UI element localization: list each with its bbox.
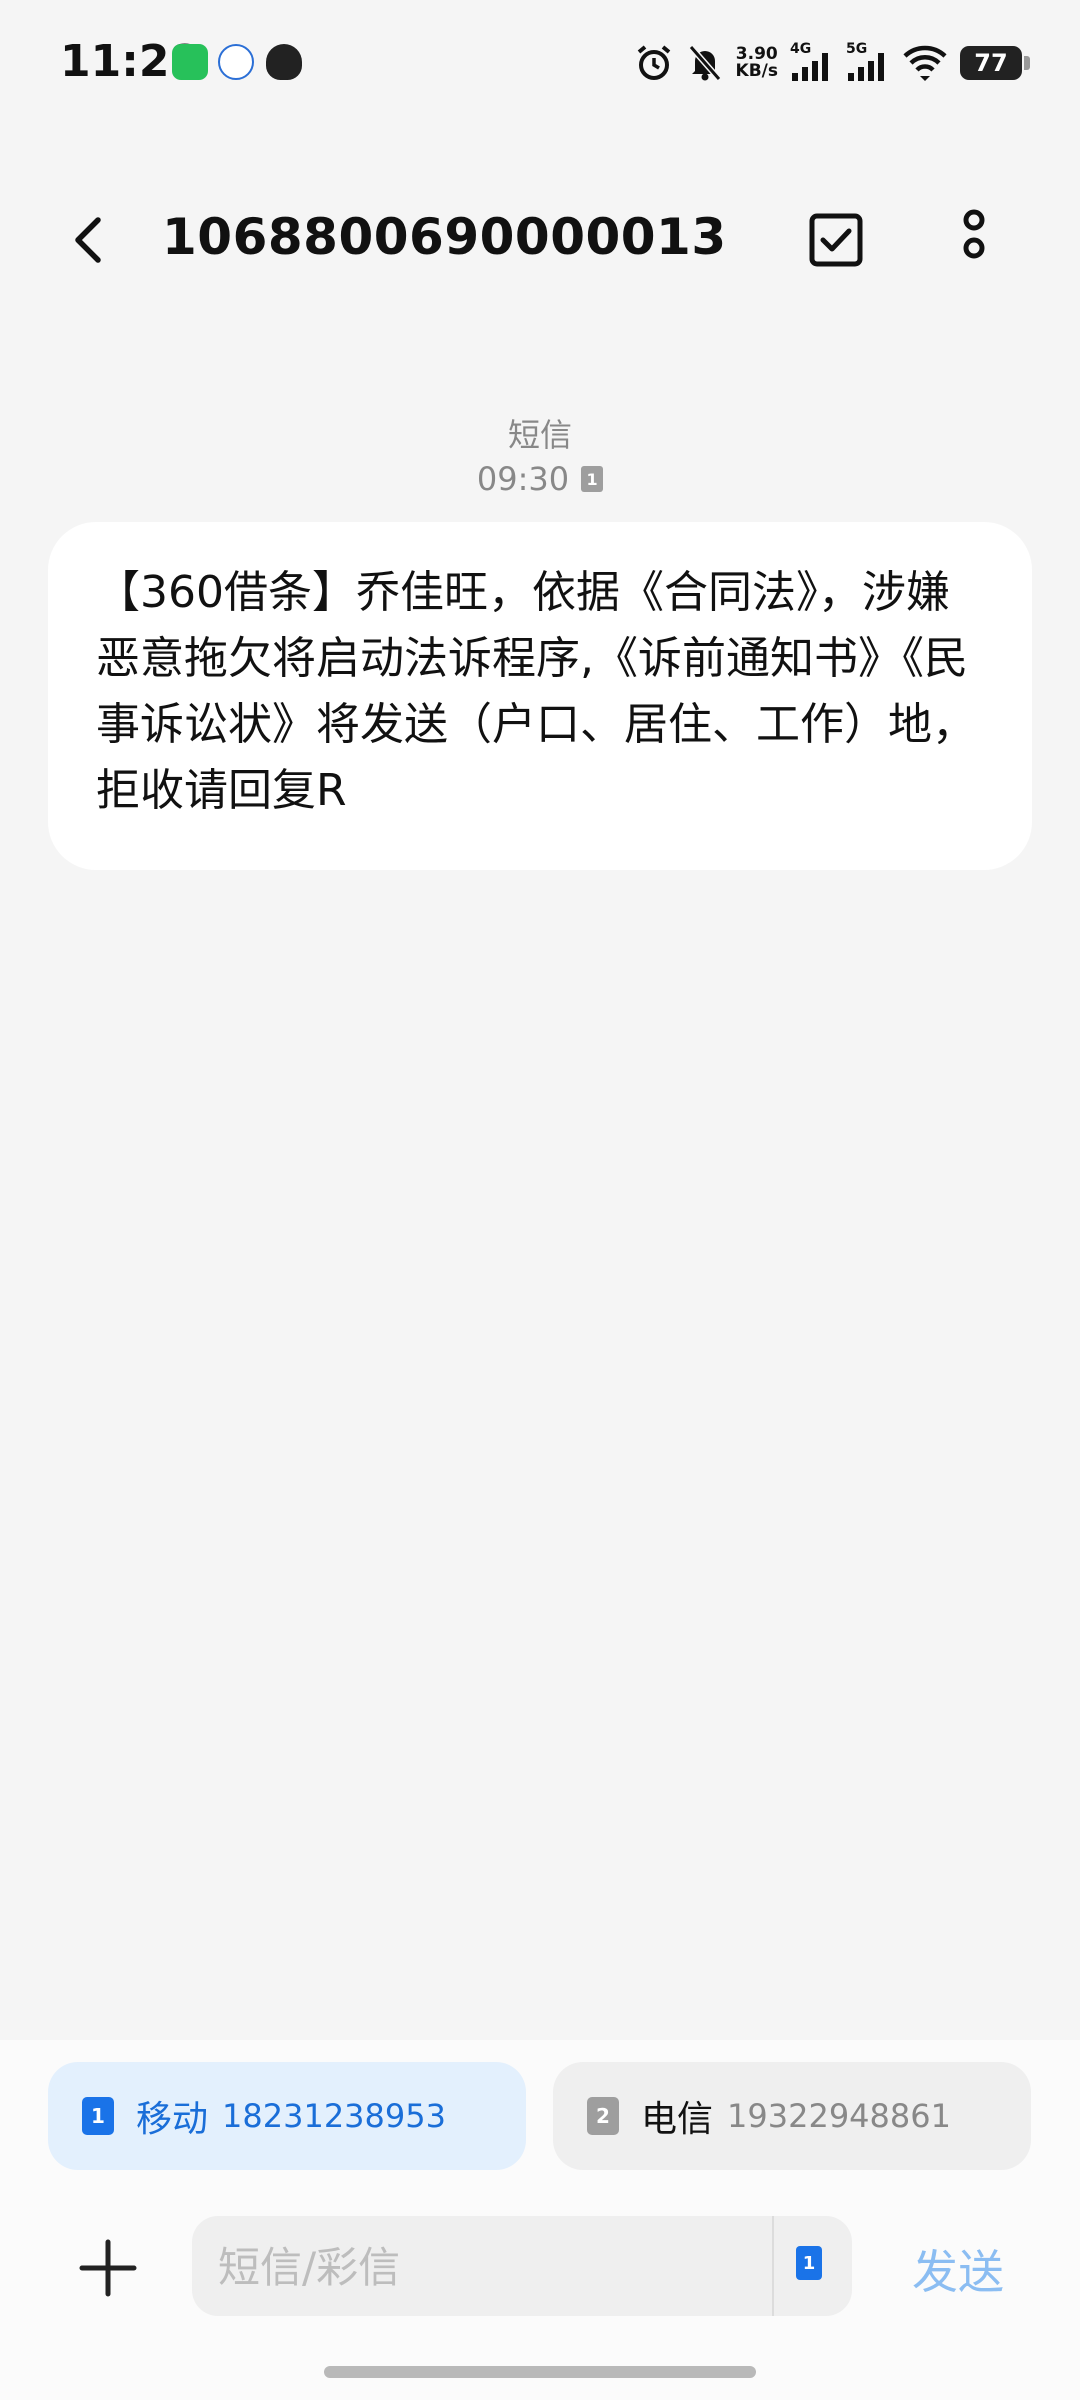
sim-selector-badge: 1 <box>796 2246 822 2280</box>
mute-bell-icon <box>688 45 721 81</box>
signal-5g-icon <box>848 53 884 81</box>
message-input[interactable] <box>216 2216 760 2318</box>
message-input-wrap: 1 <box>192 2216 852 2318</box>
input-divider <box>772 2216 774 2316</box>
status-icons: 3.90 KB/s 4G 5G 77 <box>634 38 1030 88</box>
network-speed: 3.90 KB/s <box>736 46 778 80</box>
network-speed-unit: KB/s <box>735 61 778 81</box>
battery-indicator: 77 <box>960 46 1030 80</box>
message-bubble[interactable]: 【360借条】乔佳旺，依据《合同法》，涉嫌恶意拖欠将启动法诉程序,《诉前通知书》… <box>48 522 1032 870</box>
signal-4g-icon <box>792 53 828 81</box>
sim-card-1-icon: 1 <box>82 2097 114 2135</box>
signal-4g: 4G <box>790 41 834 83</box>
sim2-number: 19322948861 <box>727 2097 951 2135</box>
sim2-button[interactable]: 2 电信 19322948861 <box>553 2062 1031 2170</box>
sim1-carrier: 移动 <box>136 2099 209 2140</box>
conversation-title: 1068800690000013 <box>162 208 727 266</box>
send-button[interactable]: 发送 <box>912 2236 1004 2302</box>
sim2-carrier: 电信 <box>641 2099 714 2140</box>
app-icon <box>218 44 254 80</box>
more-options-icon[interactable] <box>950 208 998 272</box>
wifi-icon <box>903 45 947 81</box>
status-bar: 11:28 3.90 KB/s 4G 5G 77 <box>0 0 1080 130</box>
sim-badge-icon: 1 <box>581 466 604 492</box>
message-body: 【360借条】乔佳旺，依据《合同法》，涉嫌恶意拖欠将启动法诉程序,《诉前通知书》… <box>96 567 976 816</box>
qq-icon <box>266 44 302 80</box>
select-checkbox-icon[interactable] <box>808 212 864 268</box>
sim-card-2-icon: 2 <box>587 2097 619 2135</box>
home-indicator[interactable] <box>324 2366 756 2378</box>
message-meta: 短信 09:30 1 <box>0 410 1080 498</box>
sim-selector-icon[interactable]: 1 <box>796 2246 826 2284</box>
alarm-icon <box>637 45 670 80</box>
sim1-number: 18231238953 <box>222 2097 446 2135</box>
sim1-button[interactable]: 1 移动 18231238953 <box>48 2062 526 2170</box>
signal-5g: 5G <box>846 41 890 83</box>
message-time: 09:30 <box>476 460 570 498</box>
add-attachment-icon[interactable] <box>78 2238 138 2298</box>
message-type-label: 短信 <box>507 416 572 454</box>
wechat-icon <box>172 44 208 80</box>
back-arrow-icon[interactable] <box>60 210 120 270</box>
message-time-row: 09:30 1 <box>0 460 1080 498</box>
conversation-header: 1068800690000013 <box>0 180 1080 300</box>
